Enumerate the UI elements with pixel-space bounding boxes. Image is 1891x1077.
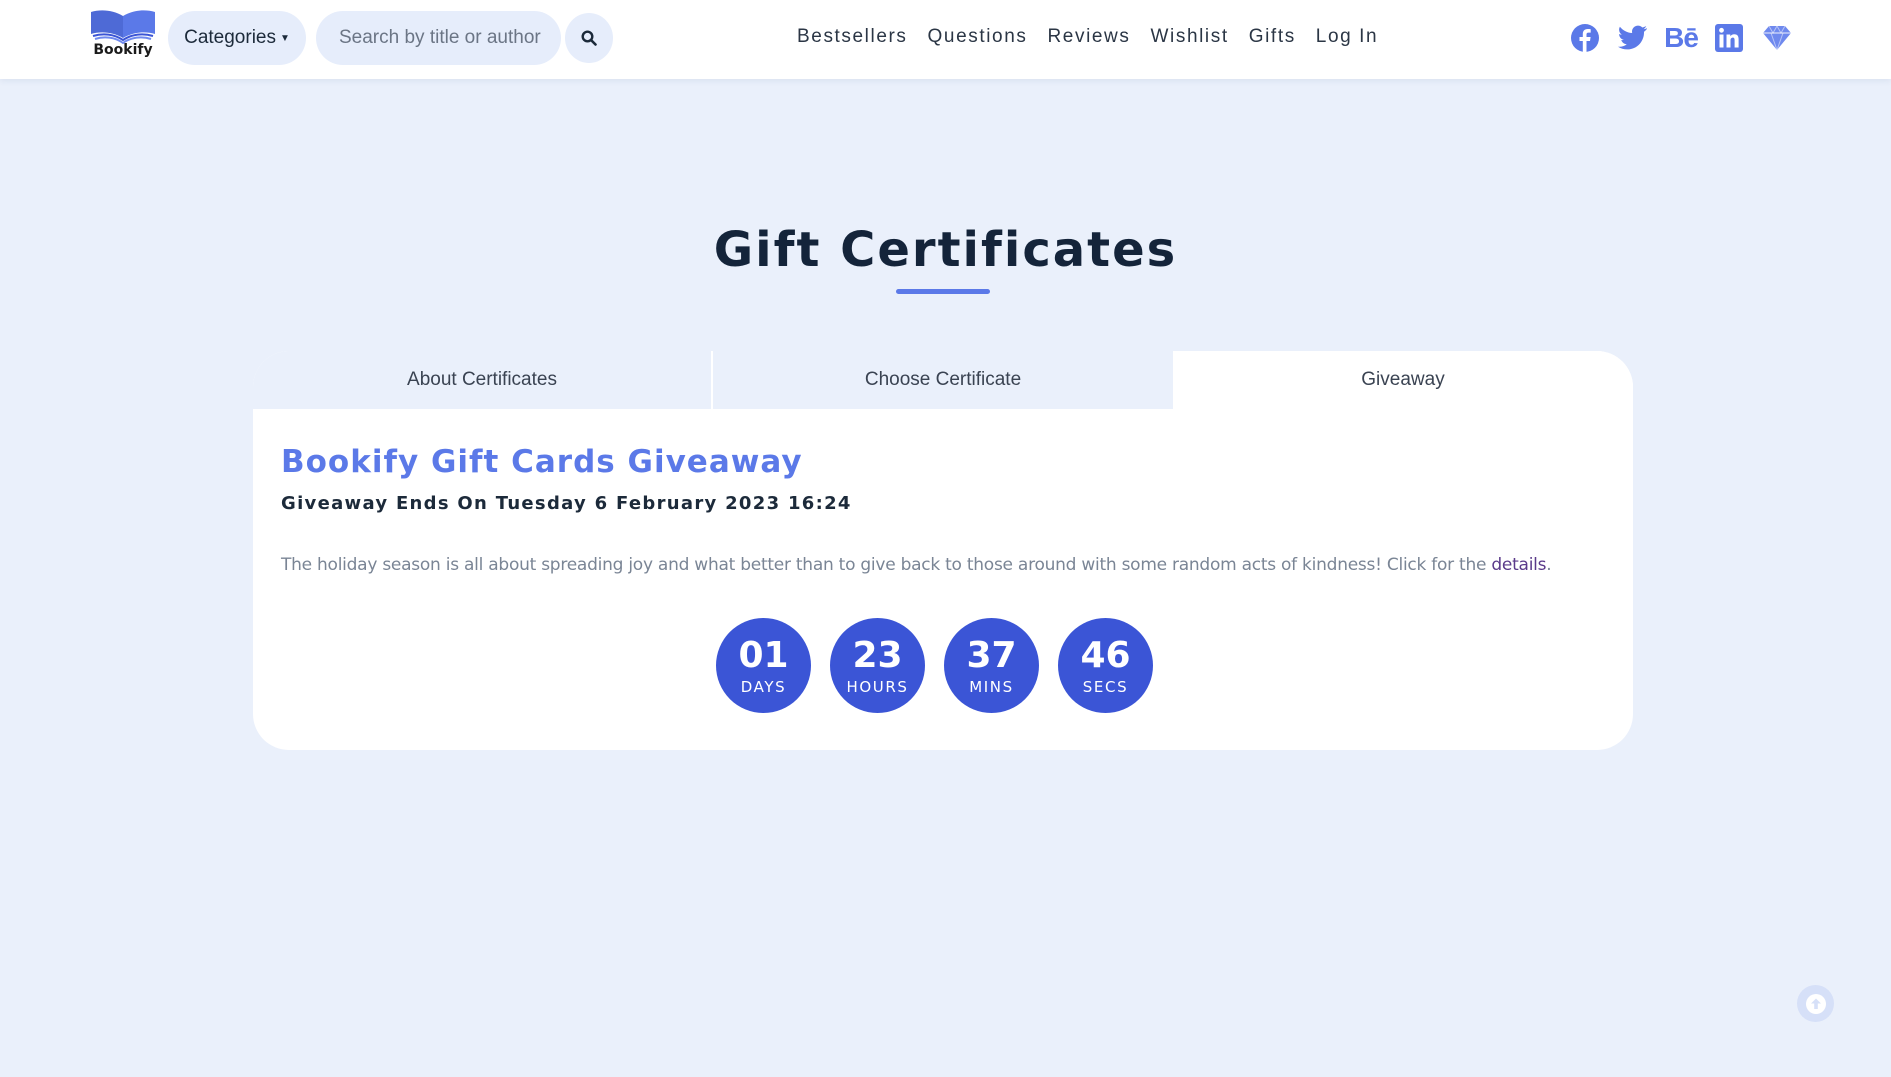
nav-wishlist[interactable]: Wishlist: [1150, 26, 1228, 48]
tab-bar: About Certificates Choose Certificate Gi…: [253, 351, 1633, 409]
nav-login[interactable]: Log In: [1316, 26, 1378, 48]
nav-bestsellers[interactable]: Bestsellers: [797, 26, 908, 48]
giveaway-description: The holiday season is all about spreadin…: [281, 555, 1601, 575]
description-text: The holiday season is all about spreadin…: [281, 555, 1492, 575]
facebook-icon[interactable]: [1569, 22, 1601, 54]
description-end: .: [1546, 555, 1552, 575]
countdown-timer: 01 DAYS 23 HOURS 37 MINS 46 SECS: [716, 618, 1153, 713]
countdown-secs-value: 46: [1080, 634, 1131, 676]
nav-gifts[interactable]: Gifts: [1249, 26, 1296, 48]
caret-down-icon: ▼: [279, 32, 290, 44]
page-title: Gift Certificates: [713, 222, 1178, 278]
details-link[interactable]: details: [1491, 555, 1546, 575]
nav-reviews[interactable]: Reviews: [1047, 26, 1130, 48]
back-to-top-button[interactable]: [1797, 985, 1834, 1022]
countdown-days-value: 01: [738, 634, 789, 676]
tab-choose-certificate[interactable]: Choose Certificate: [713, 351, 1173, 409]
countdown-secs-label: SECS: [1082, 677, 1129, 696]
countdown-secs: 46 SECS: [1058, 618, 1153, 713]
giveaway-title: Bookify Gift Cards Giveaway: [281, 444, 803, 480]
search-input[interactable]: [316, 11, 561, 65]
tab-giveaway[interactable]: Giveaway: [1173, 351, 1633, 409]
linkedin-icon[interactable]: [1713, 22, 1745, 54]
categories-label: Categories: [184, 27, 276, 48]
categories-button[interactable]: Categories ▼: [168, 11, 306, 65]
behance-icon[interactable]: Bē: [1664, 22, 1699, 54]
giveaway-end-date: Giveaway Ends On Tuesday 6 February 2023…: [281, 493, 852, 514]
logo-text: Bookify: [93, 42, 153, 58]
twitter-icon[interactable]: [1617, 22, 1649, 54]
countdown-mins-value: 37: [966, 634, 1017, 676]
countdown-hours: 23 HOURS: [830, 618, 925, 713]
tab-about-certificates[interactable]: About Certificates: [253, 351, 713, 409]
nav-questions[interactable]: Questions: [928, 26, 1028, 48]
countdown-days: 01 DAYS: [716, 618, 811, 713]
search-button[interactable]: [565, 13, 613, 63]
logo[interactable]: Bookify: [86, 8, 160, 66]
countdown-hours-value: 23: [852, 634, 903, 676]
title-underline: [896, 289, 990, 294]
countdown-hours-label: HOURS: [846, 677, 909, 696]
countdown-mins-label: MINS: [969, 677, 1014, 696]
arrow-up-icon: [1805, 993, 1826, 1014]
search-icon: [581, 30, 597, 46]
book-logo-icon: [91, 10, 155, 44]
behance-glyph: Bē: [1664, 22, 1699, 53]
certificate-card: About Certificates Choose Certificate Gi…: [253, 351, 1633, 750]
main-nav: Bestsellers Questions Reviews Wishlist G…: [797, 26, 1398, 48]
diamond-icon[interactable]: [1761, 22, 1793, 54]
countdown-mins: 37 MINS: [944, 618, 1039, 713]
site-header: Bookify Categories ▼ Bestsellers Questio…: [0, 0, 1891, 79]
countdown-days-label: DAYS: [740, 677, 787, 696]
social-links: Bē: [1569, 22, 1793, 54]
